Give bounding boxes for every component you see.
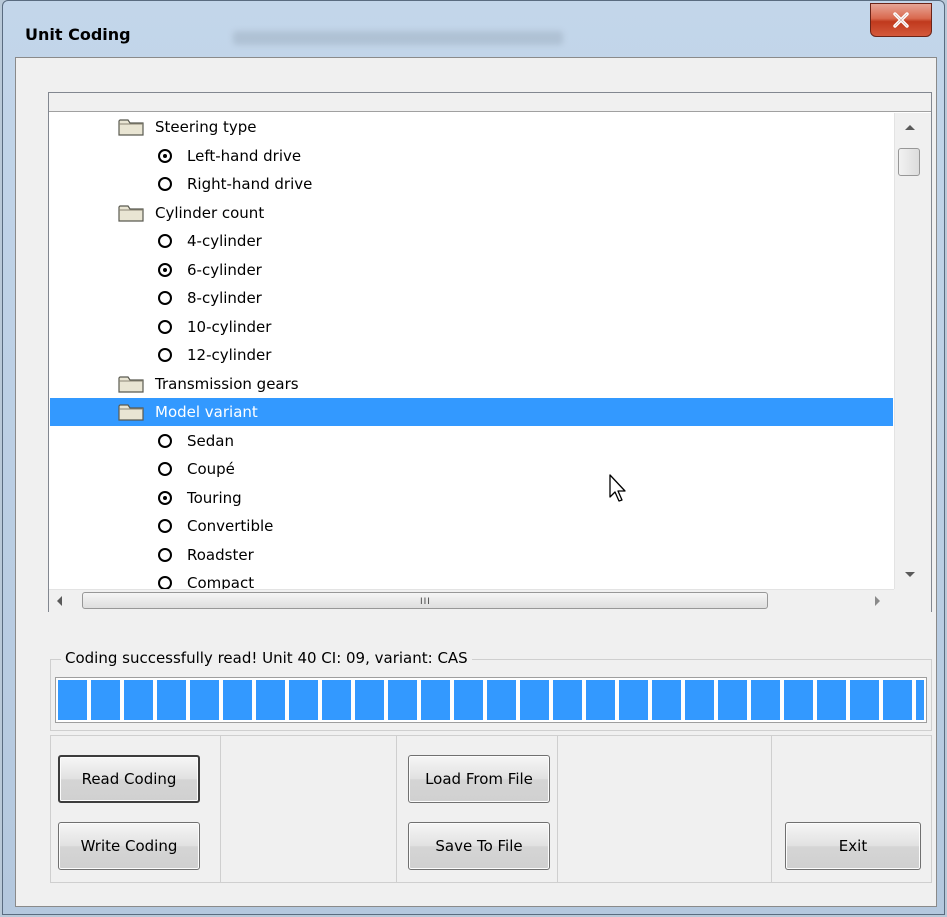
tree-option-item[interactable]: Coupé [50, 455, 893, 483]
tree-option-item[interactable]: Convertible [50, 512, 893, 540]
panel-divider [557, 736, 558, 882]
exit-button[interactable]: Exit [785, 822, 921, 870]
load-from-file-button[interactable]: Load From File [408, 755, 550, 803]
scroll-right-arrow-icon[interactable] [875, 596, 880, 606]
tree-option-item[interactable]: Roadster [50, 541, 893, 569]
radio-unchecked-icon[interactable] [158, 320, 172, 334]
tree-option-item[interactable]: 4-cylinder [50, 227, 893, 255]
tree-body: Steering type Left-hand drive Right-hand d… [50, 113, 893, 589]
read-coding-button[interactable]: Read Coding [58, 755, 200, 803]
tree-option-item[interactable]: Left-hand drive [50, 142, 893, 170]
tree-item-label: 4-cylinder [187, 232, 262, 250]
scroll-grip: III [420, 597, 431, 607]
tree-item-label: Touring [187, 489, 242, 507]
save-to-file-button[interactable]: Save To File [408, 822, 550, 870]
tree-item-label: 8-cylinder [187, 289, 262, 307]
tree-header [49, 93, 931, 112]
status-text: Coding successfully read! Unit 40 CI: 09… [61, 649, 472, 667]
vertical-scrollbar[interactable] [894, 113, 931, 589]
tree-item-label: Roadster [187, 546, 254, 564]
radio-unchecked-icon[interactable] [158, 434, 172, 448]
panel-divider [220, 736, 221, 882]
tree-option-item[interactable]: 12-cylinder [50, 341, 893, 369]
mouse-pointer-icon [609, 474, 626, 502]
folder-icon [118, 119, 144, 136]
tree-item-label: Left-hand drive [187, 147, 302, 165]
window-title: Unit Coding [25, 25, 131, 44]
tree-item-label: Right-hand drive [187, 175, 313, 193]
tree-item-label: Convertible [187, 517, 274, 535]
client-area: Steering type Left-hand drive Right-hand d… [15, 57, 937, 907]
button-panel: Read Coding Write Coding Load From File … [50, 735, 932, 883]
radio-unchecked-icon[interactable] [158, 462, 172, 476]
write-coding-button[interactable]: Write Coding [58, 822, 200, 870]
scroll-down-arrow-icon[interactable] [905, 572, 915, 577]
radio-unchecked-icon[interactable] [158, 348, 172, 362]
scrollbar-corner [894, 589, 931, 611]
tree-item-label: Sedan [187, 432, 234, 450]
radio-unchecked-icon[interactable] [158, 291, 172, 305]
tree-option-item[interactable]: Compact [50, 569, 893, 589]
radio-unchecked-icon[interactable] [158, 519, 172, 533]
tree-item-label: Cylinder count [155, 204, 265, 222]
close-button[interactable] [870, 3, 932, 37]
scroll-left-arrow-icon[interactable] [57, 596, 62, 606]
vertical-scroll-thumb[interactable] [898, 148, 920, 176]
tree-item-label: 10-cylinder [187, 318, 272, 336]
close-icon [893, 12, 909, 28]
tree-folder-item[interactable]: Model variant [50, 398, 893, 426]
tree-item-label: Transmission gears [155, 375, 299, 393]
tree-item-label: Coupé [187, 460, 235, 478]
horizontal-scrollbar[interactable]: III [49, 589, 931, 612]
folder-icon [118, 376, 144, 393]
title-bar[interactable]: Unit Coding [3, 1, 944, 57]
tree-item-label: Steering type [155, 118, 257, 136]
title-bar-blurred-area [233, 31, 563, 45]
tree-option-item[interactable]: 8-cylinder [50, 284, 893, 312]
radio-unchecked-icon[interactable] [158, 177, 172, 191]
tree-item-label: Compact [187, 574, 255, 589]
folder-icon [118, 404, 144, 421]
tree-folder-item[interactable]: Cylinder count [50, 199, 893, 227]
horizontal-scroll-thumb[interactable]: III [82, 592, 768, 609]
tree-option-item[interactable]: Sedan [50, 427, 893, 455]
radio-checked-icon[interactable] [158, 491, 172, 505]
tree-item-label: 12-cylinder [187, 346, 272, 364]
progress-fill [58, 680, 924, 720]
panel-divider [771, 736, 772, 882]
radio-unchecked-icon[interactable] [158, 234, 172, 248]
radio-checked-icon[interactable] [158, 263, 172, 277]
folder-icon [118, 205, 144, 222]
tree-option-item[interactable]: 6-cylinder [50, 256, 893, 284]
progress-bar [55, 677, 927, 723]
panel-divider [396, 736, 397, 882]
tree-option-item[interactable]: Right-hand drive [50, 170, 893, 198]
scroll-up-arrow-icon[interactable] [905, 125, 915, 130]
status-group: Coding successfully read! Unit 40 CI: 09… [50, 649, 932, 731]
radio-unchecked-icon[interactable] [158, 576, 172, 589]
radio-unchecked-icon[interactable] [158, 548, 172, 562]
tree-option-item[interactable]: Touring [50, 484, 893, 512]
coding-tree-view: Steering type Left-hand drive Right-hand d… [48, 92, 932, 612]
tree-folder-item[interactable]: Transmission gears [50, 370, 893, 398]
tree-item-label: Model variant [155, 403, 258, 421]
tree-item-label: 6-cylinder [187, 261, 262, 279]
unit-coding-window: Unit Coding Steering type Left-hand drive… [2, 0, 945, 915]
radio-checked-icon[interactable] [158, 149, 172, 163]
tree-folder-item[interactable]: Steering type [50, 113, 893, 141]
tree-option-item[interactable]: 10-cylinder [50, 313, 893, 341]
